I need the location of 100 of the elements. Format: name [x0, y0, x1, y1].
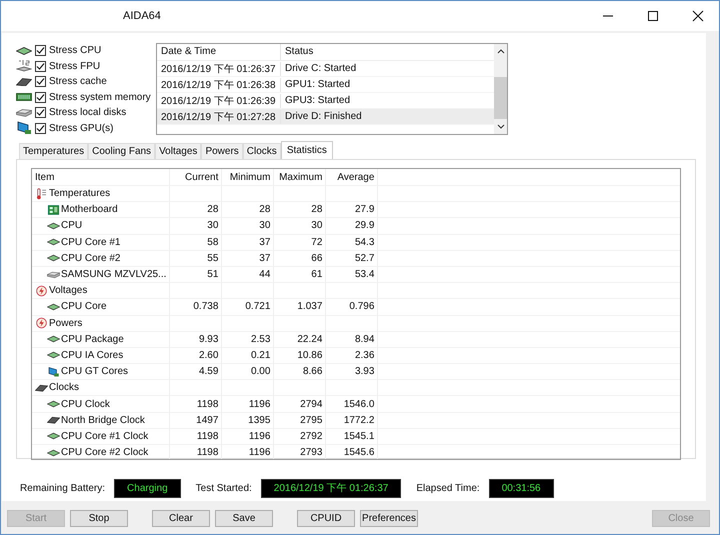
sensor-label: CPU Core #1 Clock [61, 430, 148, 442]
table-cell: 1.037 [274, 298, 326, 315]
group-label: Powers [49, 318, 82, 329]
checkbox[interactable] [35, 92, 46, 103]
table-cell: 51 [170, 266, 222, 283]
table-cell: 1196 [222, 428, 274, 444]
sensor-label: Motherboard [61, 204, 118, 216]
table-cell: 2.60 [170, 347, 222, 364]
window-title: AIDA64 [122, 10, 162, 22]
checkbox-label[interactable]: Stress system memory [49, 92, 151, 103]
table-cell: 28 [274, 202, 326, 218]
button[interactable]: Save [215, 510, 273, 527]
checkbox[interactable] [35, 122, 46, 134]
column-header[interactable]: Current [170, 169, 222, 186]
chip-icon [47, 414, 60, 426]
checkbox[interactable] [35, 76, 46, 88]
table-cell: 28 [222, 202, 274, 218]
table-cell: 10.86 [274, 347, 326, 364]
table-cell: 53.4 [326, 266, 378, 283]
graphics-card-icon [47, 366, 60, 378]
chip-icon [16, 78, 32, 86]
thermometer-icon [35, 188, 48, 200]
table-cell: 37 [222, 250, 274, 266]
log-row[interactable]: 2016/12/19 下午 01:26:38 GPU1: Started [157, 77, 494, 93]
button[interactable]: Stop [70, 510, 128, 527]
checkbox-label[interactable]: Stress local disks [49, 107, 126, 118]
table-cell: 2795 [274, 412, 326, 428]
checkbox-label[interactable]: Stress GPU(s) [49, 122, 114, 134]
column-header[interactable]: Maximum [274, 169, 326, 186]
tab[interactable]: Clocks [242, 143, 281, 159]
group-label: Temperatures [49, 188, 110, 200]
log-row[interactable]: 2016/12/19 下午 01:26:37 Drive C: Started [157, 61, 494, 77]
table-cell: 1546.0 [326, 396, 378, 412]
tab[interactable]: Temperatures [19, 143, 88, 159]
maximize-icon[interactable] [647, 10, 659, 22]
scrollbar[interactable] [494, 44, 507, 134]
table-cell: 66 [274, 250, 326, 266]
table-cell: 30 [170, 218, 222, 234]
group-label: Clocks [49, 382, 80, 394]
sensor-label: SAMSUNG MZVLV25... [61, 269, 166, 280]
checkbox[interactable] [35, 45, 46, 56]
graphics-card-icon [16, 120, 32, 136]
sensor-label: CPU Core [61, 301, 107, 312]
table-cell: 8.66 [274, 364, 326, 380]
table-cell: 1772.2 [326, 412, 378, 428]
sensor-label: CPU Package [61, 334, 124, 345]
status-readout: 2016/12/19 下午 01:26:37 [260, 479, 402, 498]
column-header[interactable]: Item [32, 169, 170, 186]
sensor-label: CPU Core #1 [61, 236, 120, 248]
memory-icon [16, 93, 32, 102]
tab[interactable]: Voltages [155, 143, 202, 159]
table-cell: 3.93 [326, 364, 378, 380]
close-icon[interactable] [692, 10, 704, 22]
table-cell: 1395 [222, 412, 274, 428]
table-cell: 22.24 [274, 331, 326, 348]
table-cell: 44 [222, 266, 274, 283]
motherboard-icon [47, 204, 60, 216]
tab[interactable]: Powers [201, 143, 243, 159]
table-cell: 1198 [170, 428, 222, 444]
table-cell: 1196 [222, 396, 274, 412]
status-label: Elapsed Time: [416, 483, 480, 494]
lightning-icon [35, 317, 48, 330]
scroll-up-icon[interactable] [496, 48, 504, 54]
sensor-label: CPU Clock [61, 398, 110, 410]
button[interactable]: Clear [152, 510, 210, 527]
button[interactable]: CPUID [297, 510, 355, 527]
tab[interactable]: Cooling Fans [88, 143, 156, 159]
scroll-down-icon[interactable] [496, 124, 504, 130]
log-row[interactable]: 2016/12/19 下午 01:27:28 Drive D: Finished [157, 109, 494, 125]
table-cell: 2793 [274, 444, 326, 459]
table-cell: 8.94 [326, 331, 378, 348]
status-label: Remaining Battery: [20, 483, 106, 494]
sensor-label: CPU IA Cores [61, 350, 124, 361]
table-cell: 37 [222, 234, 274, 250]
column-header[interactable]: Status [281, 44, 494, 60]
checkbox-label[interactable]: Stress FPU [49, 60, 100, 72]
table-cell: 1198 [170, 444, 222, 459]
checkbox-label[interactable]: Stress CPU [49, 45, 102, 56]
sensor-label: North Bridge Clock [61, 414, 145, 426]
log-list[interactable]: Date & Time Status 2016/12/19 下午 01:26:37 Drive C: Started 2016/12/19 下午 01:26:38 GPU1: Started 2016/12/19 下午 01:26:39 GPU3: Started 2016/12/19 下午 01:27:28 Drive D: Finished [156, 43, 508, 135]
checkbox[interactable] [35, 60, 46, 72]
table-cell: 1198 [170, 396, 222, 412]
disk-icon [16, 108, 32, 117]
table-cell: 1196 [222, 444, 274, 459]
column-header[interactable]: Minimum [222, 169, 274, 186]
checkbox-label[interactable]: Stress cache [49, 76, 107, 88]
column-header[interactable]: Date & Time [157, 44, 281, 60]
sensor-label: CPU Core #2 Clock [61, 447, 148, 458]
tab[interactable]: Statistics [280, 141, 333, 159]
table-cell: 4.59 [170, 364, 222, 380]
checkbox[interactable] [35, 107, 46, 118]
button[interactable]: Preferences [360, 510, 418, 527]
table-cell: 2792 [274, 428, 326, 444]
table-cell: 72 [274, 234, 326, 250]
column-header[interactable]: Average [326, 169, 378, 186]
table-cell: 0.796 [326, 298, 378, 315]
table-cell: 2794 [274, 396, 326, 412]
table-cell: 0.721 [222, 298, 274, 315]
table-cell: 1497 [170, 412, 222, 428]
lightning-icon [35, 284, 48, 297]
